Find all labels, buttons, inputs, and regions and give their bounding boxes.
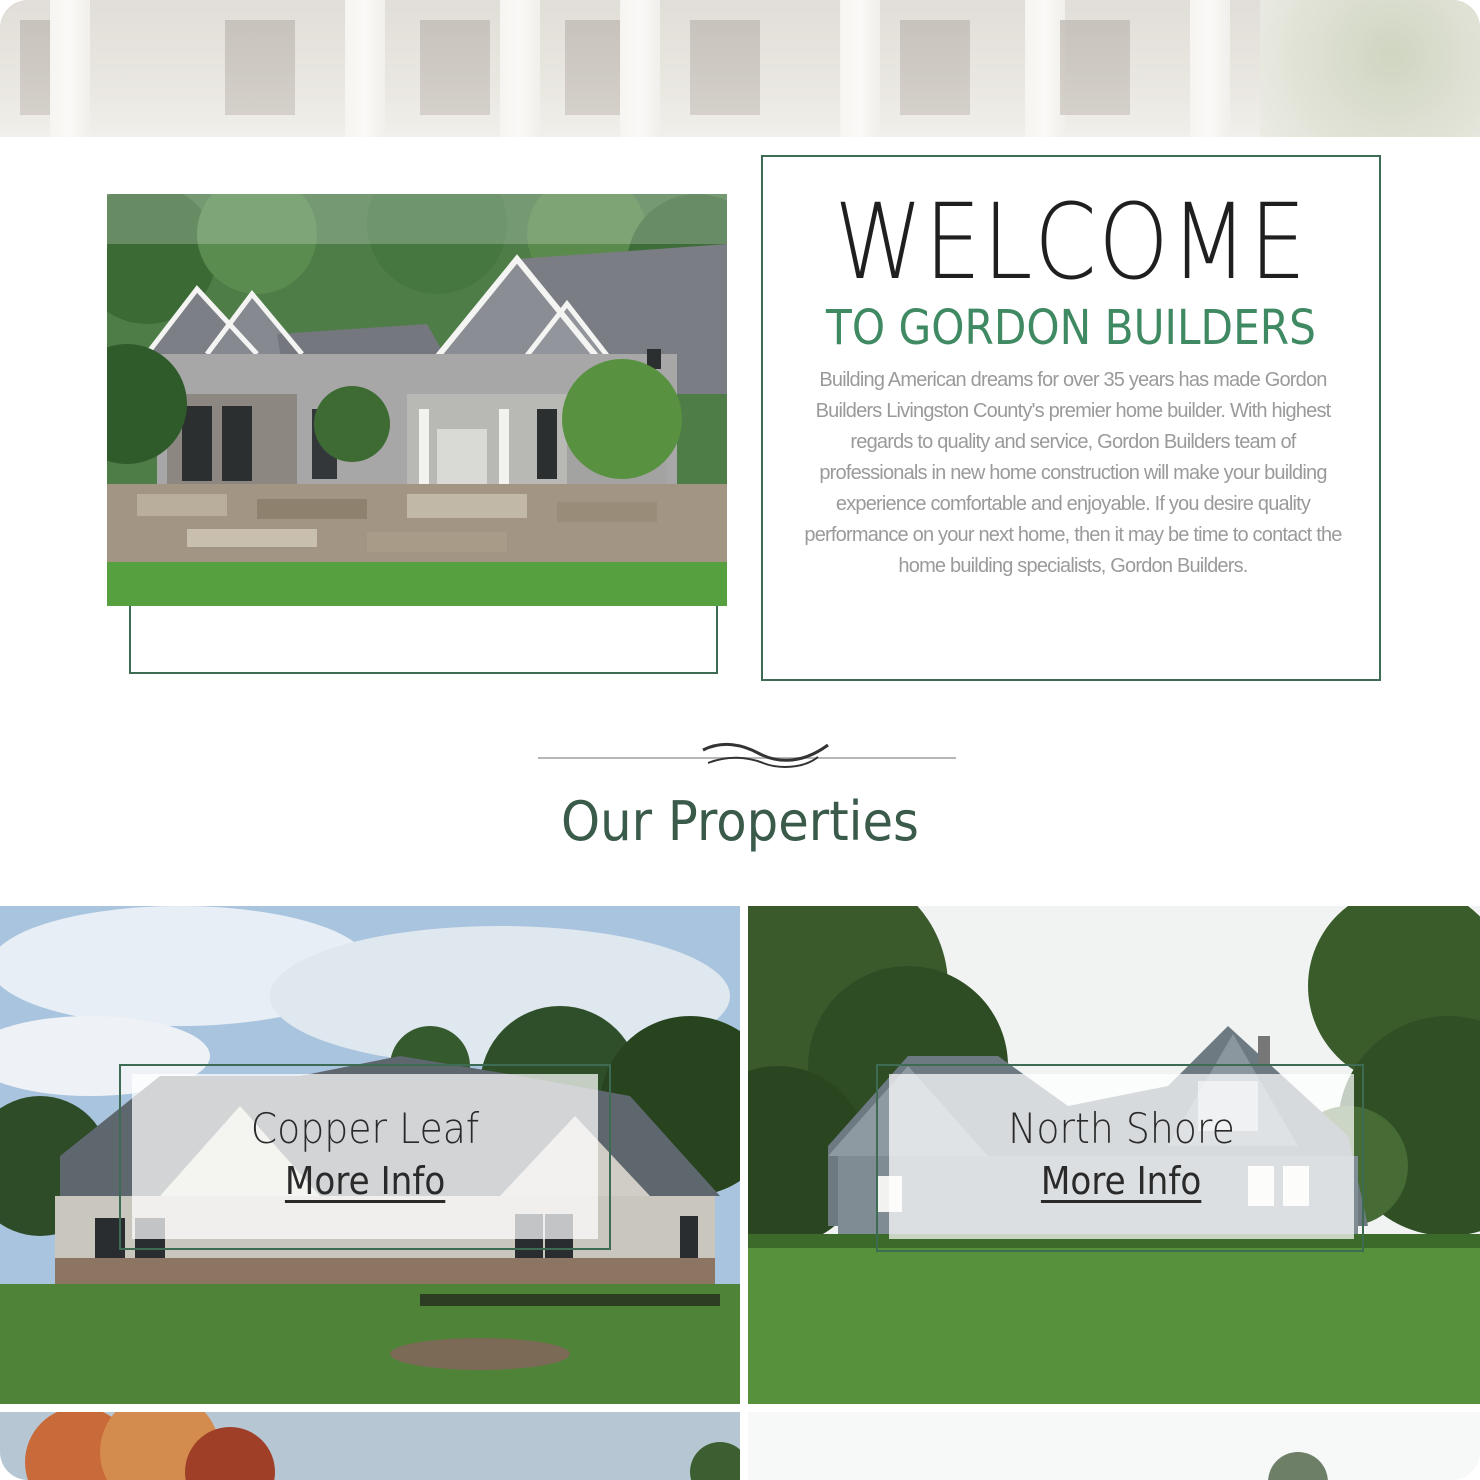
welcome-house-photo <box>107 194 727 606</box>
hero-image <box>0 0 1480 137</box>
welcome-subtitle: TO GORDON BUILDERS <box>826 300 1316 356</box>
more-info-link[interactable]: More Info <box>1041 1159 1201 1203</box>
welcome-box: WELCOME TO GORDON BUILDERS Building Amer… <box>761 155 1381 681</box>
property-name: Copper Leaf <box>250 1104 480 1153</box>
more-info-link[interactable]: More Info <box>285 1159 445 1203</box>
property-card-row-partial-left <box>0 1412 740 1480</box>
welcome-title: WELCOME <box>834 181 1308 303</box>
property-card-copper-leaf[interactable]: Copper Leaf More Info <box>0 906 740 1404</box>
ornament-divider <box>538 742 956 768</box>
property-card-row-partial-right <box>748 1412 1480 1480</box>
welcome-description: Building American dreams for over 35 yea… <box>804 369 1342 577</box>
page: WELCOME TO GORDON BUILDERS Building Amer… <box>0 0 1480 1480</box>
card-info-panel: Copper Leaf More Info <box>132 1074 598 1239</box>
property-name: North Shore <box>1008 1104 1235 1153</box>
properties-heading: Our Properties <box>561 790 919 853</box>
property-card-north-shore[interactable]: North Shore More Info <box>748 906 1480 1404</box>
card-info-panel: North Shore More Info <box>889 1074 1354 1239</box>
